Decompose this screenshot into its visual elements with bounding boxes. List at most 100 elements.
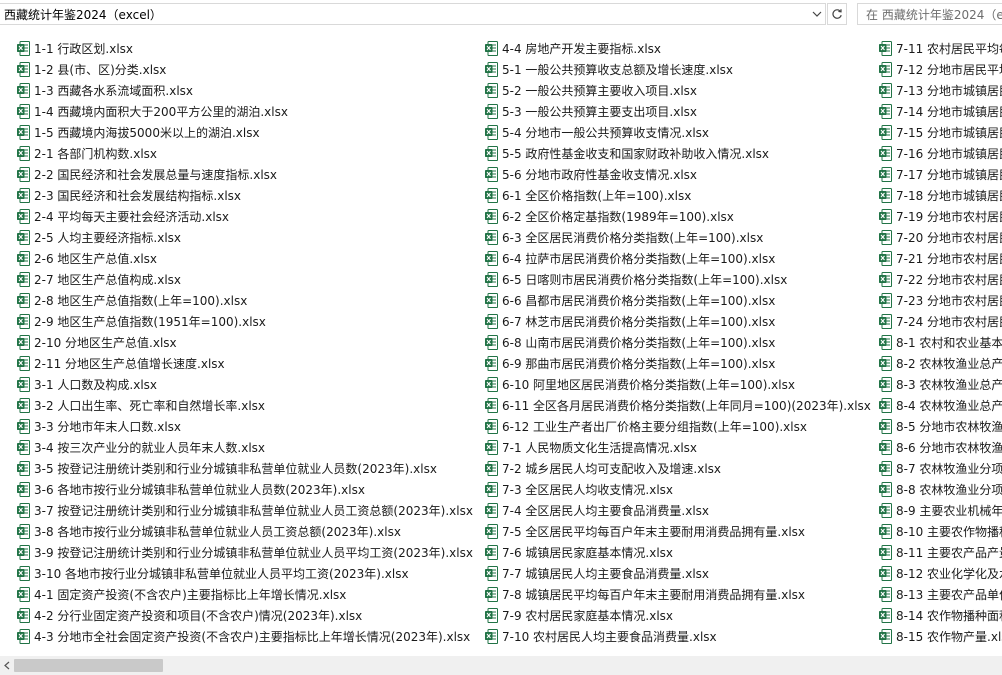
file-item[interactable]: 1-1 行政区划.xlsx xyxy=(14,38,473,59)
file-item[interactable]: 4-2 分行业固定资产投资和项目(不含农户)情况(2023年).xlsx xyxy=(14,605,473,626)
file-item[interactable]: 3-5 按登记注册统计类别和行业分城镇非私营单位就业人员数(2023年).xls… xyxy=(14,458,473,479)
file-item[interactable]: 8-3 农林牧渔业总产 xyxy=(876,374,1002,395)
refresh-button[interactable] xyxy=(827,3,847,25)
file-item[interactable]: 8-7 农林牧渔业分项 xyxy=(876,458,1002,479)
scroll-left-button[interactable] xyxy=(2,660,12,671)
file-name: 6-1 全区价格指数(上年=100).xlsx xyxy=(502,189,692,203)
file-item[interactable]: 2-4 平均每天主要社会经济活动.xlsx xyxy=(14,206,473,227)
file-item[interactable]: 8-11 主要农产品产量 xyxy=(876,542,1002,563)
file-item[interactable]: 6-7 林芝市居民消费价格分类指数(上年=100).xlsx xyxy=(482,311,871,332)
file-item[interactable]: 6-12 工业生产者出厂价格主要分组指数(上年=100).xlsx xyxy=(482,416,871,437)
file-item[interactable]: 8-1 农村和农业基本 xyxy=(876,332,1002,353)
file-item[interactable]: 7-2 城乡居民人均可支配收入及增速.xlsx xyxy=(482,458,871,479)
horizontal-scrollbar[interactable] xyxy=(0,656,1002,675)
file-item[interactable]: 6-1 全区价格指数(上年=100).xlsx xyxy=(482,185,871,206)
file-item[interactable]: 5-5 政府性基金收支和国家财政补助收入情况.xlsx xyxy=(482,143,871,164)
file-item[interactable]: 2-7 地区生产总值构成.xlsx xyxy=(14,269,473,290)
file-name: 8-12 农业化学化及水 xyxy=(896,567,1002,581)
file-item[interactable]: 5-3 一般公共预算主要支出项目.xlsx xyxy=(482,101,871,122)
file-item[interactable]: 7-11 农村居民平均每 xyxy=(876,38,1002,59)
scroll-thumb[interactable] xyxy=(14,659,163,672)
file-item[interactable]: 8-12 农业化学化及水 xyxy=(876,563,1002,584)
file-item[interactable]: 7-9 农村居民家庭基本情况.xlsx xyxy=(482,605,871,626)
file-item[interactable]: 7-1 人民物质文化生活提高情况.xlsx xyxy=(482,437,871,458)
file-item[interactable]: 7-20 分地市农村居民 xyxy=(876,227,1002,248)
file-item[interactable]: 3-7 按登记注册统计类别和行业分城镇非私营单位就业人员工资总额(2023年).… xyxy=(14,500,473,521)
file-item[interactable]: 3-8 各地市按行业分城镇非私营单位就业人员工资总额(2023年).xlsx xyxy=(14,521,473,542)
file-item[interactable]: 8-13 主要农产品单位 xyxy=(876,584,1002,605)
file-item[interactable]: 1-3 西藏各水系流域面积.xlsx xyxy=(14,80,473,101)
file-item[interactable]: 7-18 分地市城镇居民 xyxy=(876,185,1002,206)
excel-file-icon xyxy=(485,230,498,245)
file-item[interactable]: 4-4 房地产开发主要指标.xlsx xyxy=(482,38,871,59)
file-item[interactable]: 2-6 地区生产总值.xlsx xyxy=(14,248,473,269)
address-bar[interactable]: 西藏统计年鉴2024（excel） xyxy=(0,3,826,25)
file-item[interactable]: 7-16 分地市城镇居民 xyxy=(876,143,1002,164)
file-item[interactable]: 3-6 各地市按行业分城镇非私营单位就业人员数(2023年).xlsx xyxy=(14,479,473,500)
file-item[interactable]: 7-24 分地市农村居民 xyxy=(876,311,1002,332)
file-item[interactable]: 6-6 昌都市居民消费价格分类指数(上年=100).xlsx xyxy=(482,290,871,311)
file-item[interactable]: 4-1 固定资产投资(不含农户)主要指标比上年增长情况.xlsx xyxy=(14,584,473,605)
file-item[interactable]: 7-15 分地市城镇居民 xyxy=(876,122,1002,143)
excel-file-icon xyxy=(879,293,892,308)
file-item[interactable]: 2-3 国民经济和社会发展结构指标.xlsx xyxy=(14,185,473,206)
file-item[interactable]: 8-4 农林牧渔业总产 xyxy=(876,395,1002,416)
file-item[interactable]: 8-10 主要农作物播种 xyxy=(876,521,1002,542)
file-item[interactable]: 6-10 阿里地区居民消费价格分类指数(上年=100).xlsx xyxy=(482,374,871,395)
file-item[interactable]: 7-23 分地市农村居民 xyxy=(876,290,1002,311)
file-item[interactable]: 1-5 西藏境内海拔5000米以上的湖泊.xlsx xyxy=(14,122,473,143)
file-item[interactable]: 5-2 一般公共预算主要收入项目.xlsx xyxy=(482,80,871,101)
file-item[interactable]: 6-9 那曲市居民消费价格分类指数(上年=100).xlsx xyxy=(482,353,871,374)
search-box[interactable]: 在 西藏统计年鉴2024（exc xyxy=(857,3,1002,25)
file-item[interactable]: 2-10 分地区生产总值.xlsx xyxy=(14,332,473,353)
file-item[interactable]: 7-12 分地市居民平均 xyxy=(876,59,1002,80)
file-item[interactable]: 7-17 分地市城镇居民 xyxy=(876,164,1002,185)
file-item[interactable]: 6-5 日喀则市居民消费价格分类指数(上年=100).xlsx xyxy=(482,269,871,290)
file-item[interactable]: 5-4 分地市一般公共预算收支情况.xlsx xyxy=(482,122,871,143)
file-item[interactable]: 2-11 分地区生产总值增长速度.xlsx xyxy=(14,353,473,374)
file-item[interactable]: 3-3 分地市年末人口数.xlsx xyxy=(14,416,473,437)
file-item[interactable]: 8-5 分地市农林牧渔 xyxy=(876,416,1002,437)
file-item[interactable]: 8-15 农作物产量.xlsx xyxy=(876,626,1002,647)
file-item[interactable]: 2-1 各部门机构数.xlsx xyxy=(14,143,473,164)
file-item[interactable]: 2-2 国民经济和社会发展总量与速度指标.xlsx xyxy=(14,164,473,185)
file-item[interactable]: 4-3 分地市全社会固定资产投资(不含农户)主要指标比上年增长情况(2023年)… xyxy=(14,626,473,647)
file-item[interactable]: 3-9 按登记注册统计类别和行业分城镇非私营单位就业人员平均工资(2023年).… xyxy=(14,542,473,563)
address-dropdown-button[interactable] xyxy=(808,3,826,25)
file-item[interactable]: 7-5 全区居民平均每百户年末主要耐用消费品拥有量.xlsx xyxy=(482,521,871,542)
excel-file-icon xyxy=(485,314,498,329)
file-item[interactable]: 6-3 全区居民消费价格分类指数(上年=100).xlsx xyxy=(482,227,871,248)
file-item[interactable]: 7-4 全区居民人均主要食品消费量.xlsx xyxy=(482,500,871,521)
file-item[interactable]: 3-1 人口数及构成.xlsx xyxy=(14,374,473,395)
file-item[interactable]: 2-5 人均主要经济指标.xlsx xyxy=(14,227,473,248)
file-item[interactable]: 8-6 分地市农林牧渔 xyxy=(876,437,1002,458)
file-item[interactable]: 8-14 农作物播种面积 xyxy=(876,605,1002,626)
file-item[interactable]: 7-7 城镇居民人均主要食品消费量.xlsx xyxy=(482,563,871,584)
file-item[interactable]: 7-14 分地市城镇居民 xyxy=(876,101,1002,122)
file-item[interactable]: 7-8 城镇居民平均每百户年末主要耐用消费品拥有量.xlsx xyxy=(482,584,871,605)
file-item[interactable]: 7-21 分地市农村居民 xyxy=(876,248,1002,269)
file-item[interactable]: 2-9 地区生产总值指数(1951年=100).xlsx xyxy=(14,311,473,332)
file-name: 2-8 地区生产总值指数(上年=100).xlsx xyxy=(34,294,248,308)
file-item[interactable]: 5-6 分地市政府性基金收支情况.xlsx xyxy=(482,164,871,185)
file-item[interactable]: 7-22 分地市农村居民 xyxy=(876,269,1002,290)
file-item[interactable]: 8-2 农林牧渔业总产 xyxy=(876,353,1002,374)
file-item[interactable]: 6-8 山南市居民消费价格分类指数(上年=100).xlsx xyxy=(482,332,871,353)
file-item[interactable]: 3-2 人口出生率、死亡率和自然增长率.xlsx xyxy=(14,395,473,416)
file-item[interactable]: 7-13 分地市城镇居民 xyxy=(876,80,1002,101)
file-item[interactable]: 3-4 按三次产业分的就业人员年末人数.xlsx xyxy=(14,437,473,458)
file-item[interactable]: 7-6 城镇居民家庭基本情况.xlsx xyxy=(482,542,871,563)
file-item[interactable]: 6-11 全区各月居民消费价格分类指数(上年同月=100)(2023年).xls… xyxy=(482,395,871,416)
file-item[interactable]: 2-8 地区生产总值指数(上年=100).xlsx xyxy=(14,290,473,311)
file-item[interactable]: 7-19 分地市农村居民 xyxy=(876,206,1002,227)
file-item[interactable]: 1-2 县(市、区)分类.xlsx xyxy=(14,59,473,80)
file-item[interactable]: 8-9 主要农业机械年 xyxy=(876,500,1002,521)
file-item[interactable]: 8-8 农林牧渔业分项 xyxy=(876,479,1002,500)
file-item[interactable]: 7-10 农村居民人均主要食品消费量.xlsx xyxy=(482,626,871,647)
file-item[interactable]: 3-10 各地市按行业分城镇非私营单位就业人员平均工资(2023年).xlsx xyxy=(14,563,473,584)
file-item[interactable]: 6-2 全区价格定基指数(1989年=100).xlsx xyxy=(482,206,871,227)
file-item[interactable]: 6-4 拉萨市居民消费价格分类指数(上年=100).xlsx xyxy=(482,248,871,269)
file-item[interactable]: 1-4 西藏境内面积大于200平方公里的湖泊.xlsx xyxy=(14,101,473,122)
file-item[interactable]: 5-1 一般公共预算收支总额及增长速度.xlsx xyxy=(482,59,871,80)
file-item[interactable]: 7-3 全区居民人均收支情况.xlsx xyxy=(482,479,871,500)
